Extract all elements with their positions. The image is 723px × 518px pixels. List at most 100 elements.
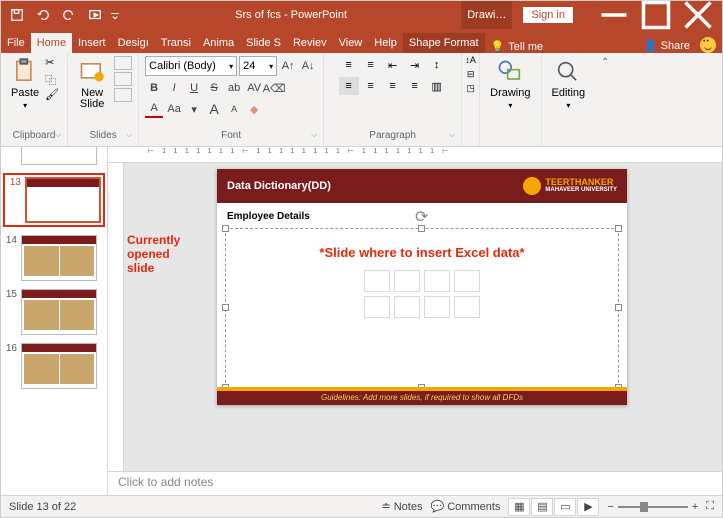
font-color-button[interactable]: A — [145, 100, 163, 118]
tab-animations[interactable]: Anima — [197, 33, 240, 53]
change-case-button[interactable]: Aa — [165, 100, 183, 118]
drawing-button[interactable]: Drawing ▾ — [486, 56, 534, 112]
font-large-icon[interactable]: A — [205, 100, 223, 118]
columns-icon[interactable]: ▥ — [427, 77, 447, 95]
indent-dec-icon[interactable]: ⇤ — [383, 56, 403, 74]
resize-handle[interactable] — [418, 225, 425, 232]
tab-review[interactable]: Reviev — [287, 33, 333, 53]
content-placeholder[interactable]: ⟳ *Slide where to insert Excel data* — [225, 228, 619, 388]
fit-window-icon[interactable]: ⛶ — [706, 500, 714, 513]
tab-shape-format[interactable]: Shape Format — [403, 33, 485, 53]
normal-view-icon[interactable]: ▦ — [508, 498, 530, 516]
thumb-16[interactable]: 16 — [3, 343, 105, 389]
font-size-select[interactable]: 24▾ — [239, 56, 277, 76]
notes-pane[interactable]: Click to add notes — [108, 471, 722, 495]
rotate-handle-icon[interactable]: ⟳ — [415, 207, 429, 221]
tab-transitions[interactable]: Transi — [155, 33, 197, 53]
reset-icon[interactable] — [114, 72, 132, 86]
align-right-icon[interactable]: ≡ — [383, 77, 403, 95]
tab-slideshow[interactable]: Slide S — [240, 33, 287, 53]
strike-button[interactable]: S — [205, 79, 223, 97]
shrink-font-icon[interactable]: A↓ — [299, 57, 317, 75]
tab-insert[interactable]: Insert — [72, 33, 112, 53]
justify-icon[interactable]: ≡ — [405, 77, 425, 95]
insert-icon-icon[interactable] — [454, 296, 480, 318]
drawing-tools-tab[interactable]: Drawi… — [461, 1, 512, 29]
grow-font-icon[interactable]: A↑ — [279, 57, 297, 75]
bullets-icon[interactable]: ≡ — [339, 56, 359, 74]
italic-button[interactable]: I — [165, 79, 183, 97]
paste-button[interactable]: Paste ▾ — [7, 56, 43, 112]
bold-button[interactable]: B — [145, 79, 163, 97]
slideshow-view-icon[interactable]: ▶ — [577, 498, 599, 516]
new-slide-button[interactable]: New Slide — [74, 56, 110, 112]
resize-handle[interactable] — [222, 225, 229, 232]
highlight-button[interactable]: ▾ — [185, 100, 203, 118]
copy-icon[interactable]: ⿻ — [45, 72, 61, 86]
thumb-12[interactable]: 12 — [3, 147, 105, 165]
tab-design[interactable]: Desigı — [112, 33, 155, 53]
editing-button[interactable]: Editing ▾ — [548, 56, 590, 112]
underline-button[interactable]: U — [185, 79, 203, 97]
insert-picture-icon[interactable] — [364, 296, 390, 318]
share-button[interactable]: 👤 Share — [644, 39, 690, 52]
cut-icon[interactable]: ✂ — [45, 56, 61, 70]
zoom-slider[interactable] — [618, 506, 688, 508]
qat-more-icon[interactable] — [109, 4, 121, 26]
format-painter-icon[interactable]: 🖌 — [45, 88, 61, 102]
feedback-icon[interactable] — [700, 37, 716, 53]
tell-me[interactable]: 💡 Tell me — [491, 40, 544, 53]
insert-3d-icon[interactable] — [454, 270, 480, 292]
numbering-icon[interactable]: ≡ — [361, 56, 381, 74]
slide-canvas[interactable]: Data Dictionary(DD) TEERTHANKER MAHAVEER… — [108, 163, 722, 471]
insert-online-picture-icon[interactable] — [394, 296, 420, 318]
notes-button[interactable]: ≐ Notes — [381, 500, 422, 513]
insert-chart-icon[interactable] — [394, 270, 420, 292]
save-icon[interactable] — [5, 4, 29, 26]
close-icon[interactable] — [678, 1, 718, 29]
sorter-view-icon[interactable]: ▤ — [531, 498, 553, 516]
tab-view[interactable]: View — [333, 33, 369, 53]
align-text-icon[interactable]: ⊟ — [467, 67, 475, 81]
line-spacing-icon[interactable]: ↕ — [427, 56, 447, 74]
insert-video-icon[interactable] — [424, 296, 450, 318]
eraser-icon[interactable]: ◆ — [245, 100, 263, 118]
comments-button[interactable]: 💬 Comments — [430, 500, 500, 513]
thumbnail-pane[interactable]: 12 13 14 15 16 — [1, 147, 108, 495]
thumb-15[interactable]: 15 — [3, 289, 105, 335]
smartart-icon[interactable]: ◳ — [466, 81, 475, 95]
font-small-icon[interactable]: A — [225, 100, 243, 118]
zoom-in-icon[interactable]: + — [692, 501, 698, 513]
spacing-button[interactable]: AV — [245, 79, 263, 97]
resize-handle[interactable] — [615, 225, 622, 232]
start-icon[interactable] — [83, 4, 107, 26]
undo-icon[interactable] — [31, 4, 55, 26]
zoom-control[interactable]: − + — [607, 501, 698, 513]
align-left-icon[interactable]: ≡ — [339, 77, 359, 95]
clear-format-icon[interactable]: A⌫ — [265, 79, 283, 97]
zoom-out-icon[interactable]: − — [607, 501, 613, 513]
insert-smartart-icon[interactable] — [424, 270, 450, 292]
shadow-button[interactable]: ab — [225, 79, 243, 97]
thumb-14[interactable]: 14 — [3, 235, 105, 281]
tab-file[interactable]: File — [1, 33, 31, 53]
minimize-icon[interactable] — [594, 1, 634, 29]
collapse-ribbon-icon[interactable]: ⌃ — [601, 57, 609, 68]
reading-view-icon[interactable]: ▭ — [554, 498, 576, 516]
insert-table-icon[interactable] — [364, 270, 390, 292]
maximize-icon[interactable] — [636, 1, 676, 29]
font-name-select[interactable]: Calibri (Body)▾ — [145, 56, 237, 76]
zoom-thumb[interactable] — [640, 502, 648, 512]
indent-inc-icon[interactable]: ⇥ — [405, 56, 425, 74]
redo-icon[interactable] — [57, 4, 81, 26]
text-direction-icon[interactable]: ↕A — [465, 53, 476, 67]
resize-handle[interactable] — [615, 304, 622, 311]
section-icon[interactable] — [114, 88, 132, 102]
resize-handle[interactable] — [222, 304, 229, 311]
signin-button[interactable]: Sign in — [522, 6, 574, 24]
tab-home[interactable]: Home — [31, 33, 72, 53]
layout-icon[interactable] — [114, 56, 132, 70]
align-center-icon[interactable]: ≡ — [361, 77, 381, 95]
tab-help[interactable]: Help — [368, 33, 403, 53]
thumb-13[interactable]: 13 — [3, 173, 105, 227]
